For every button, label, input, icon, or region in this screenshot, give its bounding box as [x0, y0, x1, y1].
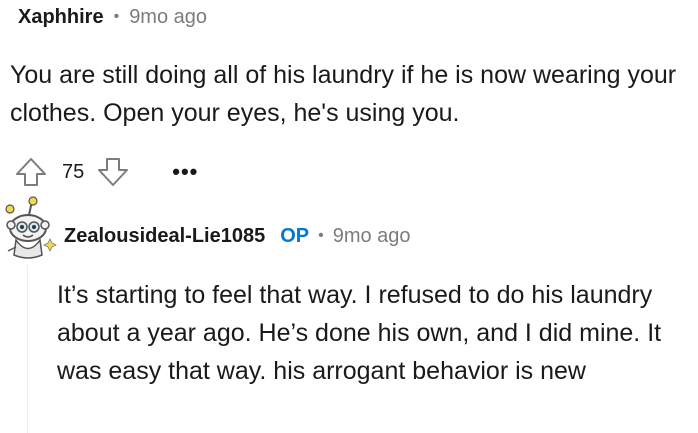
- comment-timestamp[interactable]: 9mo ago: [129, 6, 207, 29]
- comment-header: Xaphhire • 9mo ago: [18, 3, 207, 31]
- comment-actions: 75 •••: [14, 154, 198, 190]
- downvote-arrow-icon[interactable]: [96, 155, 130, 189]
- reply-body: It’s starting to feel that way. I refuse…: [57, 281, 662, 385]
- comment-author[interactable]: Xaphhire: [18, 6, 104, 29]
- meta-separator: •: [113, 8, 120, 25]
- upvote-arrow-icon[interactable]: [14, 155, 48, 189]
- snoo-avatar-icon[interactable]: [2, 195, 58, 261]
- reply-header: Zealousideal-Lie1085 OP • 9mo ago: [64, 221, 411, 251]
- op-badge: OP: [280, 224, 310, 247]
- thread-line[interactable]: [27, 265, 28, 433]
- comment-thread: Xaphhire • 9mo ago You are still doing a…: [0, 0, 698, 433]
- reply-author[interactable]: Zealousideal-Lie1085: [64, 225, 265, 248]
- meta-separator: •: [318, 227, 324, 244]
- comment-body: You are still doing all of his laundry i…: [10, 61, 677, 127]
- vote-score: 75: [62, 160, 85, 183]
- more-options-button[interactable]: •••: [172, 161, 198, 183]
- reply-timestamp[interactable]: 9mo ago: [333, 225, 411, 248]
